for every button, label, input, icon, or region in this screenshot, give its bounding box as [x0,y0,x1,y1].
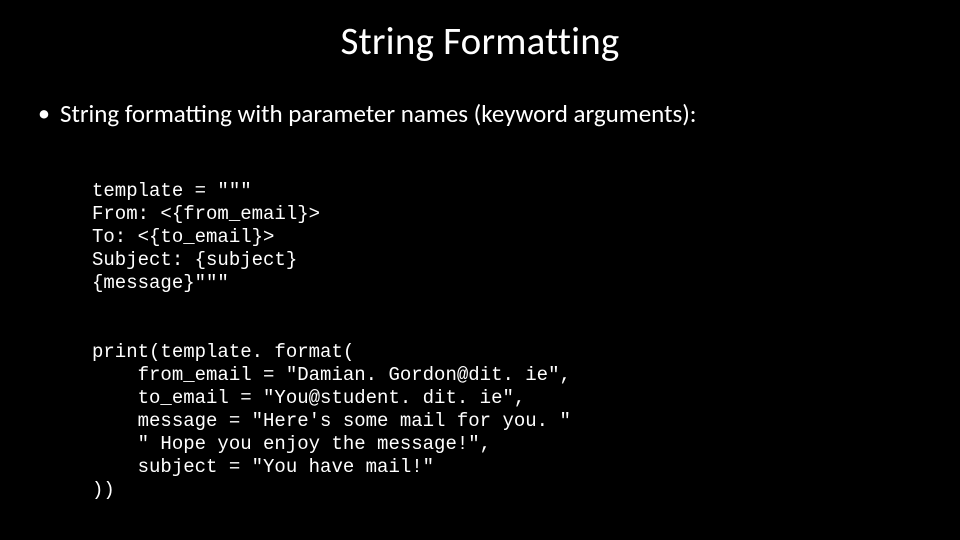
code-line: {message}""" [92,272,229,294]
code-blank-line [92,295,912,318]
code-line: from_email = "Damian. Gordon@dit. ie", [92,364,571,386]
code-line: subject = "You have mail!" [92,456,434,478]
code-line: Subject: {subject} [92,249,297,271]
slide: String Formatting • String formatting wi… [0,0,960,540]
code-line: message = "Here's some mail for you. " [92,410,571,432]
bullet-text: String formatting with parameter names (… [60,99,697,129]
code-line: )) [92,479,115,501]
code-line: to_email = "You@student. dit. ie", [92,387,525,409]
code-line: To: <{to_email}> [92,226,274,248]
code-line: " Hope you enjoy the message!", [92,433,491,455]
slide-title: String Formatting [48,18,912,65]
code-block: template = """ From: <{from_email}> To: … [92,157,912,502]
code-line: From: <{from_email}> [92,203,320,225]
code-line: template = """ [92,180,252,202]
code-line: print(template. format( [92,341,354,363]
bullet-item: • String formatting with parameter names… [48,99,912,129]
bullet-dot-icon: • [38,99,50,129]
